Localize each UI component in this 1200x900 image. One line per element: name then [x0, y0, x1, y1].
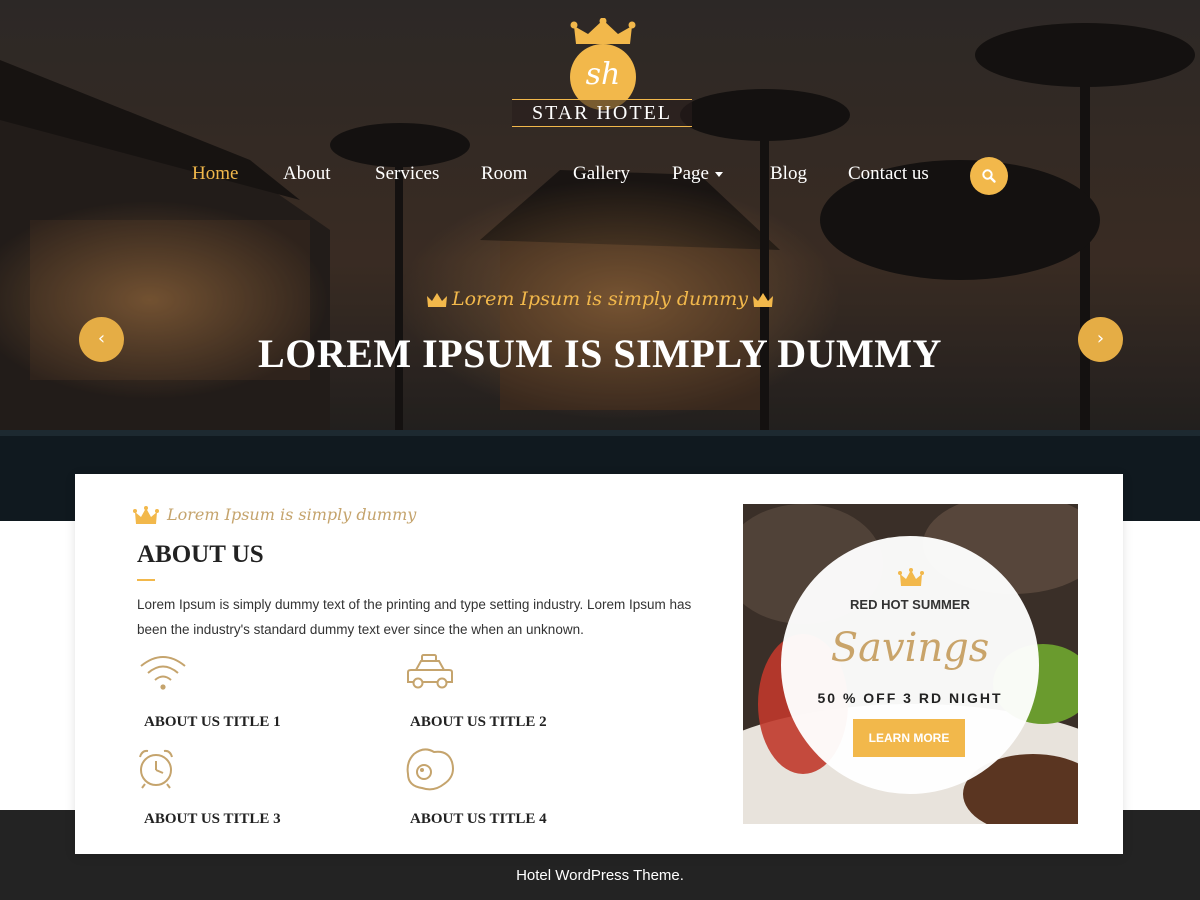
nav-item-gallery[interactable]: Gallery	[573, 162, 630, 186]
crown-icon	[570, 18, 636, 44]
feature-title: ABOUT US TITLE 1	[144, 714, 281, 730]
slider-subtitle: Lorem Ipsum is simply dummy	[300, 284, 900, 314]
promo-headline: Savings	[830, 625, 990, 671]
nav-item-services[interactable]: Services	[375, 162, 439, 186]
promo-offer: 50 % OFF 3 RD NIGHT	[817, 690, 1003, 706]
slider-prev-button[interactable]: ‹	[79, 317, 124, 362]
wifi-icon	[140, 656, 186, 690]
slider-title: LOREM IPSUM IS SIMPLY DUMMY	[258, 331, 942, 376]
footer-credit[interactable]: Hotel WordPress Theme.	[0, 866, 1200, 886]
nav-item-page[interactable]: Page	[672, 162, 723, 186]
chevron-left-icon: ‹	[97, 328, 106, 349]
alarm-clock-icon	[139, 749, 173, 789]
about-subtitle-text: Lorem Ipsum is simply dummy	[167, 505, 417, 524]
about-title: ABOUT US	[137, 541, 264, 568]
nav-item-contact[interactable]: Contact us	[848, 162, 929, 186]
nav-item-page-label: Page	[672, 163, 709, 184]
feature-title: ABOUT US TITLE 3	[144, 811, 281, 827]
crown-icon	[426, 293, 447, 307]
main-navigation: Home About Services Room Gallery Page Bl…	[0, 162, 1200, 188]
promo-label: RED HOT SUMMER	[850, 597, 970, 612]
feature-title: ABOUT US TITLE 2	[410, 714, 547, 730]
search-button[interactable]	[970, 157, 1008, 195]
chevron-right-icon: ›	[1096, 328, 1105, 349]
about-subtitle: Lorem Ipsum is simply dummy	[133, 502, 416, 528]
feature-title: ABOUT US TITLE 4	[410, 811, 547, 827]
slider-subtitle-text: Lorem Ipsum is simply dummy	[451, 288, 749, 310]
about-section: Lorem Ipsum is simply dummy ABOUT US Lor…	[75, 474, 1123, 854]
crown-icon	[133, 505, 159, 524]
search-icon	[982, 169, 996, 183]
nav-item-blog[interactable]: Blog	[770, 162, 807, 186]
fried-egg-icon	[406, 748, 454, 791]
nav-item-home[interactable]: Home	[192, 162, 238, 186]
learn-more-button[interactable]: LEARN MORE	[853, 719, 965, 757]
about-description: Lorem Ipsum is simply dummy text of the …	[137, 597, 692, 637]
nav-item-room[interactable]: Room	[481, 162, 527, 186]
slider-next-button[interactable]: ›	[1078, 317, 1123, 362]
site-logo[interactable]: sh STAR HOTEL	[512, 18, 692, 128]
chevron-down-icon	[714, 172, 723, 178]
crown-icon	[898, 568, 924, 586]
title-underline	[137, 579, 155, 581]
car-icon	[407, 654, 453, 689]
nav-item-about[interactable]: About	[283, 162, 331, 186]
crown-icon	[753, 293, 774, 307]
logo-name: STAR HOTEL	[512, 99, 692, 127]
promo-banner: RED HOT SUMMER Savings 50 % OFF 3 RD NIG…	[743, 504, 1078, 824]
